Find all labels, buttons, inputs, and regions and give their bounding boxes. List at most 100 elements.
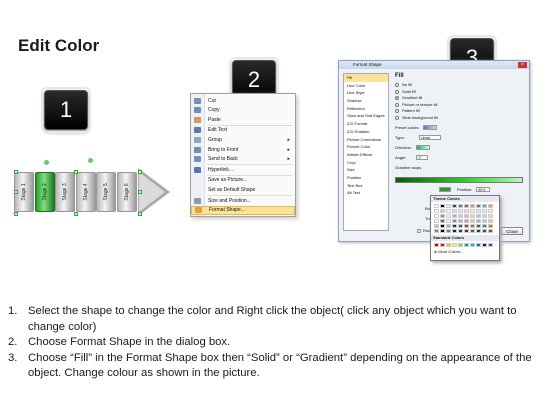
category-reflection[interactable]: Reflection [344, 105, 388, 113]
color-swatch[interactable] [470, 204, 475, 208]
category-text-box[interactable]: Text Box [344, 182, 388, 190]
color-swatch[interactable] [458, 219, 463, 223]
stage-segment[interactable]: Stage 2 [34, 172, 55, 212]
color-swatch[interactable] [458, 209, 463, 213]
menu-item-paste[interactable]: Paste [191, 115, 295, 124]
color-swatch[interactable] [440, 219, 445, 223]
category-line-style[interactable]: Line Style [344, 89, 388, 97]
radio-button[interactable] [395, 89, 399, 94]
category-fill[interactable]: Fill [344, 74, 388, 82]
category-3-d-format[interactable]: 3-D Format [344, 120, 388, 128]
menu-item-send-to-back[interactable]: Send to Back ▸ [191, 155, 295, 164]
color-swatch[interactable] [440, 214, 445, 218]
color-swatch[interactable] [470, 209, 475, 213]
resize-handle[interactable] [74, 212, 78, 216]
color-swatch[interactable] [458, 224, 463, 228]
color-swatch[interactable] [452, 219, 457, 223]
stage-segment[interactable]: Stage 4 [75, 172, 96, 212]
stage-arrow-shape[interactable]: Stage 6 Stage 5 Stage 4 Stage 3 Stage 2 Stage… [14, 158, 170, 220]
color-swatch[interactable] [470, 219, 475, 223]
color-swatch[interactable] [488, 204, 493, 208]
menu-item-edit-text[interactable]: Edit Text [191, 126, 295, 135]
color-swatch[interactable] [482, 209, 487, 213]
radio-button[interactable] [395, 102, 399, 107]
category-picture-color[interactable]: Picture Color [344, 143, 388, 151]
category-shadow[interactable]: Shadow [344, 97, 388, 105]
preset-colors-dropdown[interactable] [423, 125, 438, 130]
color-swatch[interactable] [488, 224, 493, 228]
more-colors-item[interactable]: ◆ More Colors... [431, 249, 499, 254]
color-swatch[interactable] [452, 243, 457, 247]
color-swatch[interactable] [476, 219, 481, 223]
menu-item-size-and-position[interactable]: Size and Position... [191, 196, 295, 205]
color-swatch[interactable] [434, 204, 439, 208]
color-swatch[interactable] [476, 214, 481, 218]
color-swatch[interactable] [458, 214, 463, 218]
direction-dropdown[interactable] [415, 145, 430, 150]
category-crop[interactable]: Crop [344, 159, 388, 167]
color-swatch[interactable] [488, 229, 493, 233]
menu-item-group[interactable]: Group ▸ [191, 135, 295, 144]
color-swatch[interactable] [446, 214, 451, 218]
category-size[interactable]: Size [344, 166, 388, 174]
color-swatch[interactable] [464, 224, 469, 228]
color-swatch[interactable] [440, 209, 445, 213]
color-swatch[interactable] [452, 229, 457, 233]
color-swatch[interactable] [482, 204, 487, 208]
color-swatch[interactable] [446, 243, 451, 247]
color-swatch[interactable] [482, 214, 487, 218]
color-swatch[interactable] [458, 243, 463, 247]
resize-handle[interactable] [138, 170, 142, 174]
color-swatch[interactable] [488, 243, 493, 247]
category-glow-and-soft-edges[interactable]: Glow and Soft Edges [344, 112, 388, 120]
color-swatch[interactable] [446, 229, 451, 233]
color-swatch[interactable] [476, 243, 481, 247]
resize-handle[interactable] [138, 212, 142, 216]
stop-color-button[interactable] [439, 187, 451, 192]
stage-segment[interactable]: Stage 5 [96, 172, 116, 212]
color-swatch[interactable] [434, 219, 439, 223]
color-swatch[interactable] [440, 204, 445, 208]
color-swatch[interactable] [464, 229, 469, 233]
menu-item-hyperlink[interactable]: Hyperlink... [191, 165, 295, 174]
color-swatch[interactable] [488, 214, 493, 218]
position-input[interactable]: 80% [476, 187, 491, 192]
category-3-d-rotation[interactable]: 3-D Rotation [344, 128, 388, 136]
menu-item-cut[interactable]: Cut [191, 96, 295, 105]
color-swatch[interactable] [476, 204, 481, 208]
color-swatch[interactable] [470, 224, 475, 228]
resize-handle[interactable] [74, 170, 78, 174]
color-swatch[interactable] [464, 209, 469, 213]
color-swatch[interactable] [470, 229, 475, 233]
color-swatch[interactable] [482, 229, 487, 233]
menu-item-bring-to-front[interactable]: Bring to Front ▸ [191, 145, 295, 154]
color-swatch[interactable] [464, 219, 469, 223]
rotation-handle-green[interactable] [44, 160, 49, 165]
gradient-stops-bar[interactable] [395, 177, 523, 183]
menu-item-format-shape[interactable]: Format Shape... [191, 205, 295, 215]
menu-item-save-as-picture[interactable]: Save as Picture... [191, 176, 295, 185]
color-swatch[interactable] [476, 224, 481, 228]
menu-item-copy[interactable]: Copy [191, 106, 295, 115]
color-swatch[interactable] [452, 209, 457, 213]
radio-button[interactable] [395, 96, 399, 101]
resize-handle[interactable] [138, 190, 142, 194]
close-button[interactable]: Close [501, 227, 523, 235]
category-line-color[interactable]: Line Color [344, 82, 388, 90]
resize-handle[interactable] [14, 190, 18, 194]
color-swatch[interactable] [482, 219, 487, 223]
close-icon[interactable]: × [518, 62, 527, 68]
color-swatch[interactable] [476, 209, 481, 213]
color-swatch[interactable] [434, 224, 439, 228]
angle-input[interactable]: 0° [416, 155, 429, 160]
color-swatch[interactable] [446, 224, 451, 228]
color-swatch[interactable] [446, 209, 451, 213]
rotate-checkbox[interactable] [417, 228, 421, 233]
color-swatch[interactable] [452, 224, 457, 228]
menu-item-set-as-default-shape[interactable]: Set as Default Shape [191, 185, 295, 194]
color-swatch[interactable] [434, 229, 439, 233]
color-swatch[interactable] [482, 243, 487, 247]
stage-segment[interactable]: Stage 6 [116, 172, 137, 212]
resize-handle[interactable] [14, 170, 18, 174]
color-swatch[interactable] [464, 204, 469, 208]
